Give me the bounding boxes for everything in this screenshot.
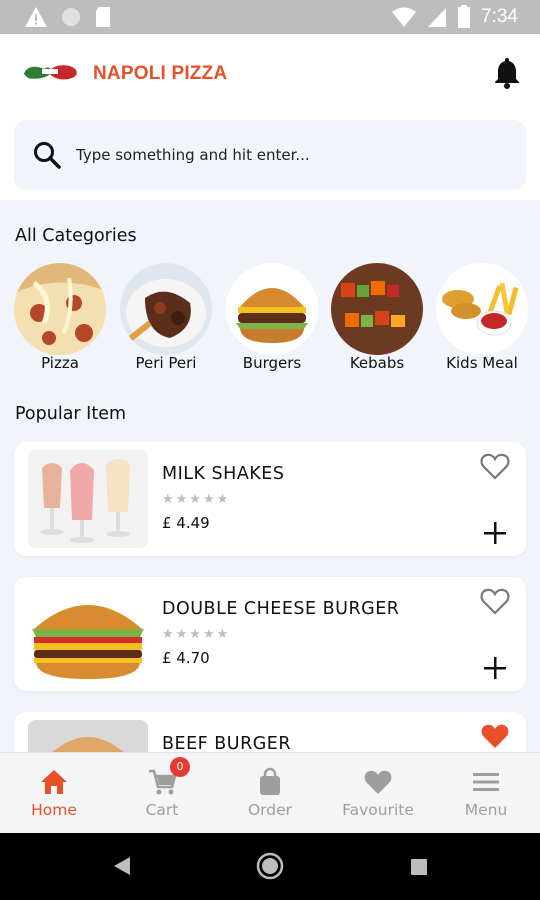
- category-image-peri-peri: [120, 263, 212, 355]
- category-image-burgers: [226, 263, 318, 355]
- item-image-milk-shakes: [28, 450, 148, 548]
- category-image-pizza: [14, 263, 106, 355]
- category-kebabs[interactable]: Kebabs: [331, 263, 423, 375]
- battery-icon: [458, 5, 471, 28]
- brand-title: NAPOLI PIZZA: [93, 63, 228, 84]
- back-icon[interactable]: [112, 855, 132, 877]
- favourite-heart-outline-icon[interactable]: [480, 587, 510, 615]
- categories-title: All Categories: [15, 226, 137, 246]
- warning-icon: [25, 7, 47, 27]
- item-rating-stars: ★★★★★: [162, 627, 231, 642]
- heart-icon: [364, 770, 392, 794]
- category-image-kids-meal: [436, 263, 528, 355]
- category-label: Kids Meal: [446, 354, 518, 372]
- category-label: Burgers: [242, 354, 302, 372]
- nav-order[interactable]: Order: [216, 753, 324, 834]
- nav-label: Cart: [145, 801, 179, 819]
- search-bar[interactable]: [14, 120, 526, 190]
- add-to-cart-plus-icon[interactable]: [482, 655, 508, 681]
- favourite-heart-outline-icon[interactable]: [480, 452, 510, 480]
- status-time: 7:34: [481, 6, 518, 27]
- item-rating-stars: ★★★★★: [162, 492, 231, 507]
- nav-label: Favourite: [342, 801, 414, 819]
- bottom-navigation: Home 0 Cart Order Favourite Menu: [0, 752, 540, 833]
- wifi-icon: [392, 7, 417, 27]
- cart-badge: 0: [170, 757, 190, 777]
- search-icon[interactable]: [32, 140, 62, 170]
- signal-icon: [428, 8, 447, 27]
- nav-favourite[interactable]: Favourite: [324, 753, 432, 834]
- search-input[interactable]: [76, 136, 506, 174]
- nav-menu[interactable]: Menu: [432, 753, 540, 834]
- category-label: Kebabs: [349, 354, 405, 372]
- circle-icon: [62, 8, 80, 26]
- favourite-heart-filled-icon[interactable]: [480, 722, 510, 750]
- shopping-bag-icon: [260, 767, 280, 795]
- category-image-kebabs: [331, 263, 423, 355]
- notification-bell-icon[interactable]: [492, 58, 522, 90]
- item-price: £ 4.49: [162, 514, 210, 532]
- brand-logo: [24, 65, 77, 80]
- nav-home[interactable]: Home: [0, 753, 108, 834]
- category-label: Pizza: [41, 354, 79, 372]
- status-bar: 7:34: [0, 0, 540, 34]
- system-navigation-bar: [0, 833, 540, 900]
- recents-square-icon[interactable]: [410, 858, 428, 876]
- item-image-double-cheese-burger: [28, 585, 148, 683]
- nav-label: Order: [247, 801, 293, 819]
- category-kids-meal[interactable]: Kids Meal: [436, 263, 528, 375]
- item-name: MILK SHAKES: [162, 464, 285, 484]
- category-pizza[interactable]: Pizza: [14, 263, 106, 375]
- item-name: BEEF BURGER: [162, 734, 291, 754]
- sd-card-icon: [96, 7, 110, 27]
- add-to-cart-plus-icon[interactable]: [482, 520, 508, 546]
- popular-item-card[interactable]: MILK SHAKES ★★★★★ £ 4.49: [14, 442, 526, 556]
- category-peri-peri[interactable]: Peri Peri: [120, 263, 212, 375]
- app-header: NAPOLI PIZZA: [0, 34, 540, 112]
- popular-title: Popular Item: [15, 404, 127, 424]
- categories-list: Pizza Peri Peri Burgers Kebabs Kids Meal: [14, 263, 540, 378]
- menu-icon: [473, 773, 499, 791]
- item-price: £ 4.70: [162, 649, 210, 667]
- popular-item-card[interactable]: DOUBLE CHEESE BURGER ★★★★★ £ 4.70: [14, 577, 526, 691]
- nav-label: Home: [31, 801, 77, 819]
- search-section: [0, 112, 540, 200]
- nav-label: Menu: [464, 801, 508, 819]
- item-name: DOUBLE CHEESE BURGER: [162, 599, 400, 619]
- home-circle-icon[interactable]: [256, 852, 284, 880]
- category-burgers[interactable]: Burgers: [226, 263, 318, 375]
- category-label: Peri Peri: [135, 354, 197, 372]
- nav-cart[interactable]: 0 Cart: [108, 753, 216, 834]
- home-icon: [41, 770, 67, 794]
